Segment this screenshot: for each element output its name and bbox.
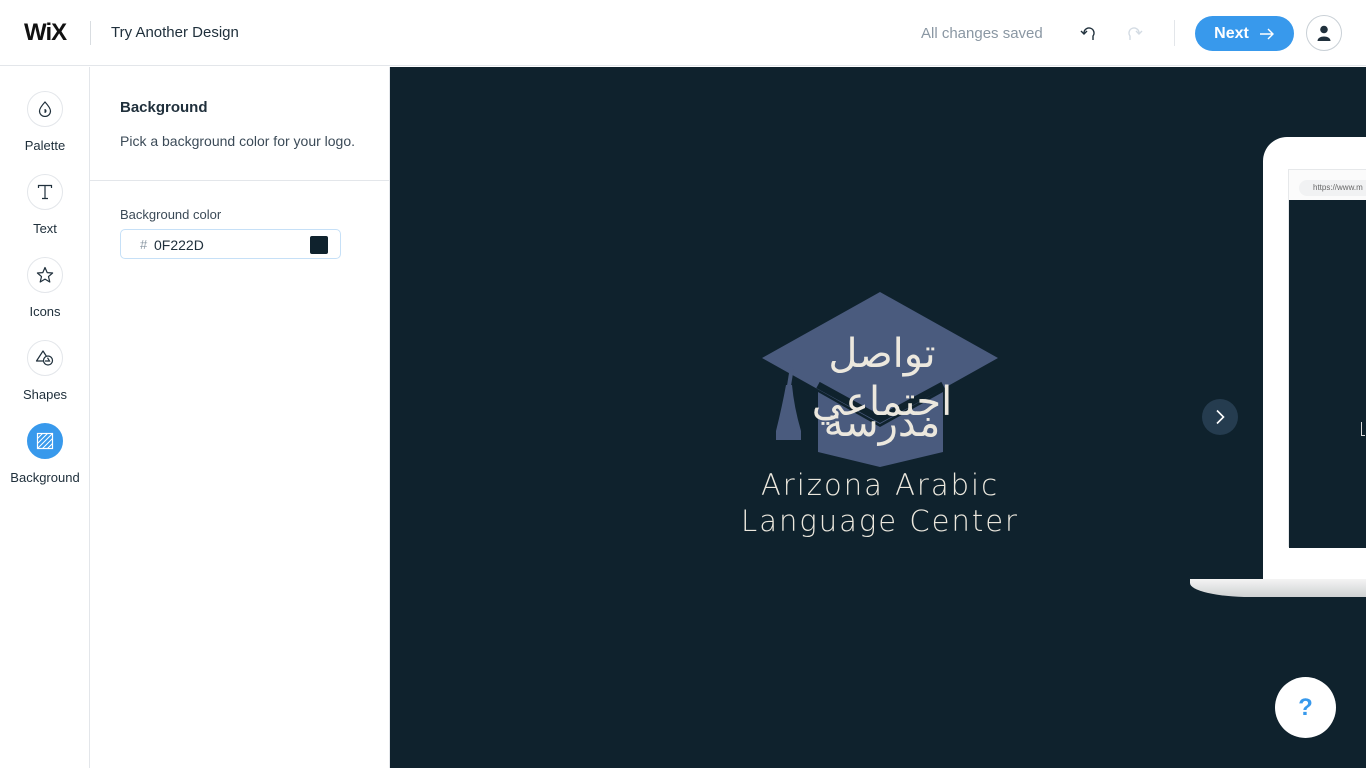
save-status: All changes saved — [921, 25, 1043, 42]
next-button[interactable]: Next — [1195, 16, 1294, 51]
sidebar-item-label: Palette — [24, 138, 66, 153]
divider — [90, 180, 390, 181]
color-hex-value[interactable]: 0F222D — [154, 237, 204, 253]
undo-button[interactable] — [1077, 22, 1099, 44]
panel-description: Pick a background color for your logo. — [120, 133, 356, 149]
arrow-right-icon — [1259, 28, 1274, 39]
nav-icon-circle — [27, 174, 63, 210]
palette-drop-icon — [38, 101, 52, 117]
sidebar-item-text[interactable]: Text — [0, 174, 90, 254]
sidebar-item-shapes[interactable]: Shapes — [0, 340, 90, 420]
sidebar-item-icons[interactable]: Icons — [0, 257, 90, 337]
color-swatch[interactable] — [310, 236, 328, 254]
logo-english-line-1[interactable]: Arizona Arabic — [680, 467, 1080, 503]
redo-icon — [1128, 27, 1143, 40]
left-nav: Palette Text Icons Shapes Background — [0, 67, 90, 768]
laptop-base — [1190, 579, 1366, 597]
preview-screen — [1289, 200, 1366, 548]
divider — [90, 21, 91, 45]
wix-logo[interactable]: WiX — [24, 20, 67, 46]
background-color-label: Background color — [120, 207, 222, 222]
top-bar: WiX Try Another Design All changes saved… — [0, 0, 1366, 66]
background-panel: Background Pick a background color for y… — [90, 67, 390, 768]
next-label: Next — [1214, 24, 1249, 42]
hash-prefix: # — [140, 237, 148, 252]
account-button[interactable] — [1306, 15, 1342, 51]
shapes-icon — [35, 350, 54, 366]
nav-icon-circle — [27, 423, 63, 459]
divider — [1174, 20, 1175, 46]
logo-english-line-2[interactable]: Language Center — [680, 503, 1080, 539]
url-bar: https://www.m — [1299, 180, 1366, 196]
next-preview-button[interactable] — [1202, 399, 1238, 435]
text-icon — [37, 184, 53, 200]
help-button[interactable]: ? — [1275, 677, 1336, 738]
redo-button[interactable] — [1124, 22, 1146, 44]
star-icon — [36, 266, 54, 283]
nav-icon-circle — [27, 257, 63, 293]
undo-icon — [1080, 27, 1095, 40]
sidebar-item-label: Icons — [29, 304, 61, 319]
laptop-mockup: https://www.m — [1263, 137, 1366, 583]
sidebar-item-label: Shapes — [22, 387, 68, 402]
page-title: Try Another Design — [111, 24, 239, 41]
sidebar-item-label: Background — [10, 470, 80, 485]
logo-canvas: تواصل اجتماعي مدرسة Arizona Arabic Langu… — [390, 67, 1366, 768]
chevron-right-icon — [1216, 409, 1225, 425]
background-icon — [36, 432, 54, 450]
logo-arabic-line-2[interactable]: مدرسة — [752, 399, 1012, 447]
sidebar-item-palette[interactable]: Palette — [0, 91, 90, 171]
laptop-screen: https://www.m — [1288, 169, 1366, 548]
background-color-input[interactable]: # 0F222D — [120, 229, 341, 259]
sidebar-item-label: Text — [33, 221, 57, 236]
nav-icon-circle — [27, 340, 63, 376]
nav-icon-circle — [27, 91, 63, 127]
user-icon — [1317, 25, 1331, 41]
sidebar-item-background[interactable]: Background — [0, 423, 90, 503]
preview-logo-glyph — [1361, 422, 1365, 436]
panel-title: Background — [120, 99, 208, 116]
